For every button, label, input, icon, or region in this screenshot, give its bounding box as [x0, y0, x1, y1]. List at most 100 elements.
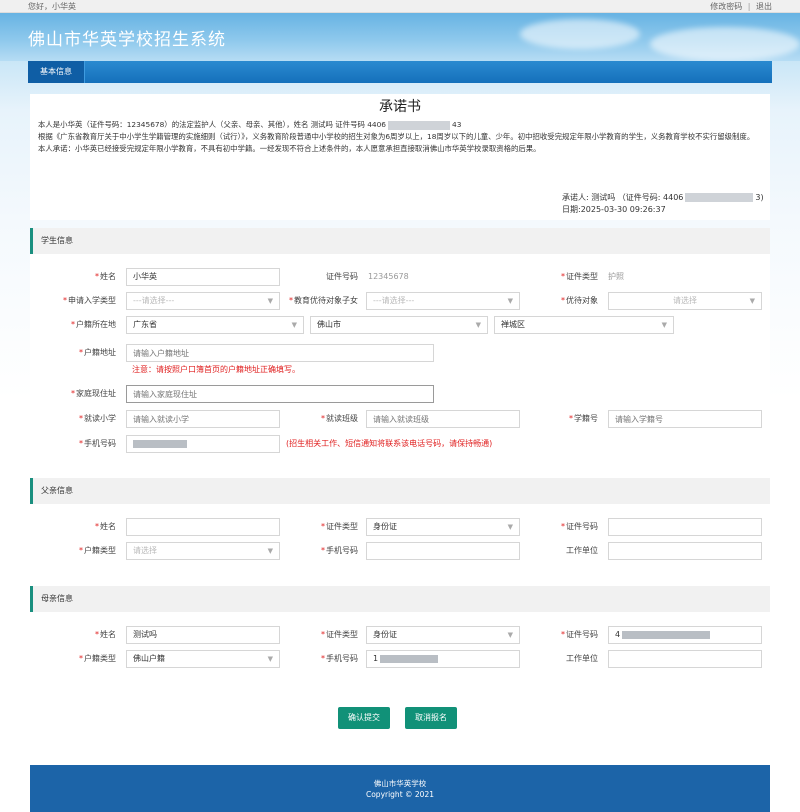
student-no-input[interactable]: [608, 410, 762, 428]
mother-phone-input[interactable]: 1: [366, 650, 520, 668]
required-mark: *: [79, 546, 83, 555]
required-mark: *: [321, 522, 325, 531]
edu-priority-select[interactable]: ---请选择--- ▼: [366, 292, 520, 310]
school-label: *就读小学: [38, 410, 116, 428]
change-password-link[interactable]: 修改密码: [710, 2, 742, 11]
section-header: 学生信息: [30, 228, 770, 254]
mother-work-input[interactable]: [608, 650, 762, 668]
required-mark: *: [95, 522, 99, 531]
mother-name-input[interactable]: 测试吗: [126, 626, 280, 644]
pledge-title: 承诺书: [379, 99, 421, 115]
required-mark: *: [79, 348, 83, 357]
father-id-number-input[interactable]: [608, 518, 762, 536]
label-text: 证件类型: [326, 522, 358, 531]
signer-line: 承诺人: 测试吗 （证件号码: 4406 3): [562, 192, 764, 204]
district-select[interactable]: 禅城区 ▼: [494, 316, 674, 334]
student-name-input[interactable]: 小华英: [126, 268, 280, 286]
required-mark: *: [569, 414, 573, 423]
label-text: 手机号码: [84, 439, 116, 448]
label-text: 教育优待对象子女: [294, 296, 358, 305]
mother-phone-label: *手机号码: [280, 650, 358, 668]
father-id-number-label: *证件号码: [520, 518, 598, 536]
required-mark: *: [289, 296, 293, 305]
label-text: 户籍类型: [84, 654, 116, 663]
cancel-registration-button[interactable]: 取消报名: [405, 707, 457, 729]
top-bar: 您好，小华英 修改密码 | 退出: [0, 0, 800, 13]
father-name-input[interactable]: [126, 518, 280, 536]
cloud-decoration: [520, 19, 640, 49]
placeholder-text: 请选择: [673, 296, 697, 305]
selected-value: 佛山户籍: [133, 654, 165, 663]
class-input[interactable]: [366, 410, 520, 428]
label-text: 手机号码: [326, 546, 358, 555]
required-mark: *: [71, 389, 75, 398]
mother-id-type-select[interactable]: 身份证 ▼: [366, 626, 520, 644]
father-hukou-type-label: *户籍类型: [38, 542, 116, 560]
father-work-label: 工作单位: [566, 546, 598, 555]
logout-link[interactable]: 退出: [756, 2, 772, 11]
father-id-type-select[interactable]: 身份证 ▼: [366, 518, 520, 536]
required-mark: *: [71, 320, 75, 329]
required-mark: *: [561, 630, 565, 639]
mother-work-label: 工作单位: [566, 654, 598, 663]
account-links: 修改密码 | 退出: [710, 1, 772, 12]
class-label: *就读班级: [280, 410, 358, 428]
mother-hukou-type-select[interactable]: 佛山户籍 ▼: [126, 650, 280, 668]
label-text: 优待对象: [566, 296, 598, 305]
chevron-down-icon: ▼: [507, 297, 513, 305]
required-mark: *: [95, 630, 99, 639]
father-id-type-label: *证件类型: [280, 518, 358, 536]
required-mark: *: [561, 522, 565, 531]
father-info-section: 父亲信息 *姓名 *证件类型 身份证 ▼ *证件号码 *户籍类型 请选择 ▼ *手机…: [30, 478, 770, 570]
required-mark: *: [561, 296, 565, 305]
required-mark: *: [79, 414, 83, 423]
placeholder-text: ---请选择---: [373, 296, 415, 305]
apply-type-select[interactable]: ---请选择--- ▼: [126, 292, 280, 310]
chevron-down-icon: ▼: [749, 297, 755, 305]
mother-id-type-label: *证件类型: [280, 626, 358, 644]
mother-info-section: 母亲信息 *姓名 测试吗 *证件类型 身份证 ▼ *证件号码 4 *户籍类型 佛山…: [30, 586, 770, 678]
label-text: 家庭现住址: [76, 389, 116, 398]
father-phone-label: *手机号码: [280, 542, 358, 560]
required-mark: *: [79, 654, 83, 663]
father-phone-input[interactable]: [366, 542, 520, 560]
label-text: 就读班级: [326, 414, 358, 423]
student-id-type-label: *证件类型: [520, 268, 598, 286]
hukou-address-note: 注意：请按照户口簿首页的户籍地址正确填写。: [132, 365, 300, 374]
student-phone-input[interactable]: [126, 435, 280, 453]
required-mark: *: [95, 272, 99, 281]
priority-select[interactable]: 请选择 ▼: [608, 292, 762, 310]
mother-name-label: *姓名: [38, 626, 116, 644]
label-text: 户籍类型: [84, 546, 116, 555]
student-id-type-value: 护照: [608, 272, 624, 281]
pledge-line-1: 本人是小华英（证件号码：12345678）的法定监护人（父亲、母亲、其他），姓名…: [38, 119, 762, 131]
mother-id-number-input[interactable]: 4: [608, 626, 762, 644]
site-title: 佛山市华英学校招生系统: [28, 30, 226, 50]
province-select[interactable]: 广东省 ▼: [126, 316, 304, 334]
chevron-down-icon: ▼: [507, 523, 513, 531]
mother-hukou-type-label: *户籍类型: [38, 650, 116, 668]
redacted-block: [685, 193, 754, 202]
home-address-input[interactable]: [126, 385, 434, 403]
hukou-location-label: *户籍所在地: [38, 316, 116, 334]
label-text: 证件号码: [566, 630, 598, 639]
required-mark: *: [561, 272, 565, 281]
label-text: 姓名: [100, 522, 116, 531]
student-id-number-value: 12345678: [368, 272, 409, 281]
greeting-text: 您好，小华英: [28, 1, 76, 11]
label-text: 证件号码: [566, 522, 598, 531]
hukou-address-label: *户籍地址: [38, 344, 116, 362]
father-work-input[interactable]: [608, 542, 762, 560]
city-select[interactable]: 佛山市 ▼: [310, 316, 488, 334]
selected-value: 佛山市: [317, 320, 341, 329]
father-hukou-type-select[interactable]: 请选择 ▼: [126, 542, 280, 560]
priority-label: *优待对象: [520, 292, 598, 310]
submit-button[interactable]: 确认提交: [338, 707, 390, 729]
label-text: 申请入学类型: [68, 296, 116, 305]
hukou-address-input[interactable]: [126, 344, 434, 362]
cloud-decoration: [650, 27, 800, 61]
footer-copyright: Copyright © 2021: [365, 790, 434, 799]
required-mark: *: [321, 414, 325, 423]
school-input[interactable]: [126, 410, 280, 428]
tab-basic-info[interactable]: 基本信息: [28, 61, 85, 83]
